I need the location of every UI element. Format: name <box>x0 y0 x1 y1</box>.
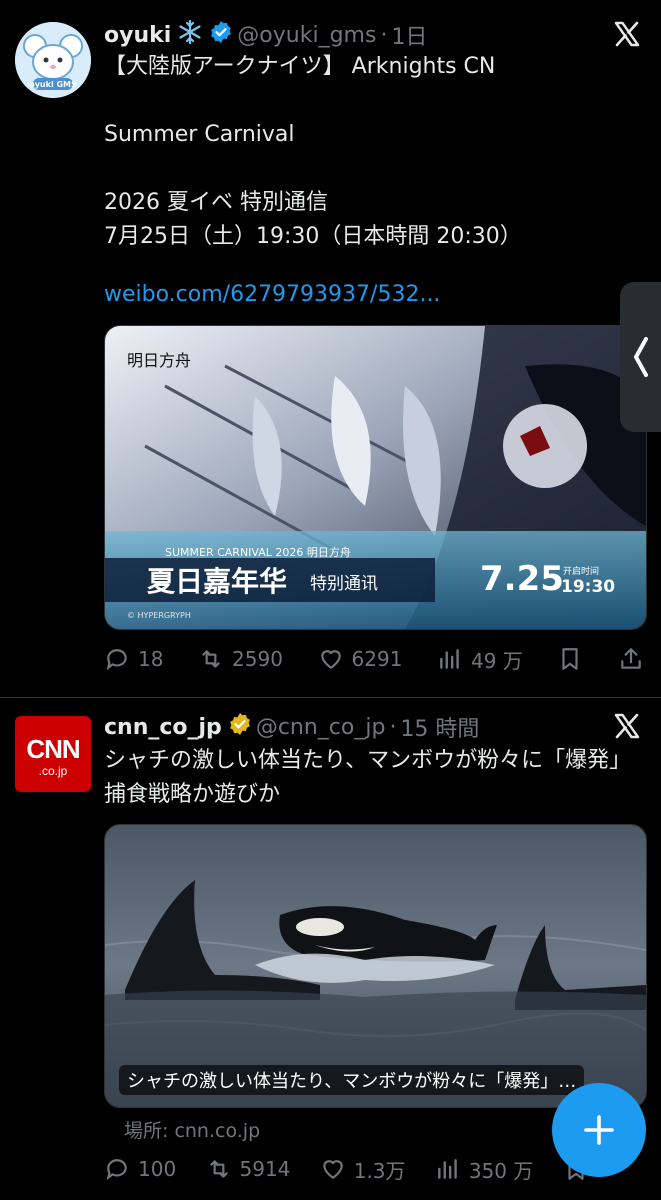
reply-icon <box>106 649 127 671</box>
banner-credit: © HYPERGRYPH <box>127 611 191 620</box>
link-source[interactable]: 場所: cnn.co.jp <box>124 1116 260 1143</box>
views-chart-icon <box>440 649 459 669</box>
verified-badge-icon <box>209 20 233 50</box>
views-count: 49 万 <box>471 648 523 673</box>
reply-button[interactable]: 100 <box>104 1156 176 1182</box>
compose-button[interactable] <box>552 1083 646 1177</box>
snowflake-icon <box>177 19 203 51</box>
heart-icon <box>320 650 341 669</box>
tweet-text: シャチの激しい体当たり、マンボウが粉々に「爆発」 捕食戦略か遊びか <box>104 748 643 807</box>
side-panel-handle[interactable] <box>620 282 661 432</box>
banner-time-label: 开启时间 <box>563 565 599 577</box>
svg-text:oyuki GMS: oyuki GMS <box>29 80 77 89</box>
retweet-count: 5914 <box>239 1157 291 1181</box>
reply-button[interactable]: 18 <box>104 646 163 672</box>
views-chart-icon <box>437 1159 457 1179</box>
x-logo-icon[interactable] <box>613 20 641 48</box>
link-card-image[interactable]: シャチの激しい体当たり、マンボウが粉々に「爆発」… <box>104 824 647 1108</box>
banner-date: 7.25 <box>480 559 564 599</box>
banner-subtitle: SUMMER CARNIVAL 2026 明日方舟 <box>165 545 351 559</box>
banner-title: 夏日嘉年华 <box>147 565 287 598</box>
tweet-header: cnn_co_jp @cnn_co_jp · 15 時間 <box>104 710 479 744</box>
post-time[interactable]: 1日 <box>391 19 427 51</box>
tweet-oyuki[interactable]: oyuki GMS oyuki @oyuki_gms · 1日 【大陸版アークナ… <box>0 0 661 695</box>
chevron-left-icon <box>633 337 648 377</box>
display-name[interactable]: oyuki <box>104 23 171 48</box>
x-logo-icon[interactable] <box>613 712 641 740</box>
reply-count: 18 <box>138 647 164 671</box>
cnn-logo-sub: .co.jp <box>38 764 68 778</box>
separator-dot: · <box>389 714 397 740</box>
views-button[interactable]: 350 万 <box>435 1155 534 1184</box>
share-icon <box>621 648 641 669</box>
retweet-icon <box>202 650 220 668</box>
tweet-header: oyuki @oyuki_gms · 1日 <box>104 18 427 52</box>
reply-count: 100 <box>138 1157 177 1181</box>
banner-time: 19:30 <box>561 577 615 597</box>
mascot-icon: oyuki GMS <box>15 22 91 98</box>
avatar-oyuki[interactable]: oyuki GMS <box>15 22 91 98</box>
views-count: 350 万 <box>468 1158 534 1183</box>
heart-icon <box>322 1160 343 1179</box>
share-button[interactable] <box>618 646 644 672</box>
tweet-divider <box>0 697 661 698</box>
user-handle[interactable]: @cnn_co_jp <box>256 715 386 740</box>
like-button[interactable]: 6291 <box>318 646 403 672</box>
post-time[interactable]: 15 時間 <box>400 711 479 743</box>
retweet-button[interactable]: 2590 <box>198 646 283 672</box>
cnn-logo-text: CNN <box>26 734 80 764</box>
avatar-cnn[interactable]: CNN .co.jp <box>15 716 91 792</box>
user-handle[interactable]: @oyuki_gms <box>237 23 376 48</box>
event-banner-image: 明日方舟 SUMMER CARNIVAL 2026 明日方舟 夏日嘉年华 特别通… <box>105 326 646 629</box>
bookmark-button[interactable] <box>557 646 583 672</box>
tweet-text: 【大陸版アークナイツ】 Arknights CN Summer Carnival… <box>104 54 522 249</box>
separator-dot: · <box>380 22 388 48</box>
bookmark-icon <box>562 648 578 670</box>
plus-icon <box>584 1115 614 1145</box>
retweet-icon <box>209 1160 228 1178</box>
tweet-link[interactable]: weibo.com/6279793937/532... <box>104 282 440 307</box>
like-count: 1.3万 <box>353 1158 406 1183</box>
views-button[interactable]: 49 万 <box>437 645 523 674</box>
tweet-image[interactable]: 明日方舟 SUMMER CARNIVAL 2026 明日方舟 夏日嘉年华 特别通… <box>104 325 647 630</box>
like-button[interactable]: 1.3万 <box>320 1155 406 1184</box>
display-name[interactable]: cnn_co_jp <box>104 715 222 740</box>
banner-tag: 特别通讯 <box>310 574 378 594</box>
reply-icon <box>106 1159 127 1181</box>
verified-gold-badge-icon <box>228 712 252 742</box>
tweet-actions: 18 2590 6291 49 万 <box>104 642 644 676</box>
retweet-button[interactable]: 5914 <box>206 1156 291 1182</box>
retweet-count: 2590 <box>232 647 283 671</box>
like-count: 6291 <box>351 647 403 671</box>
link-card-caption[interactable]: シャチの激しい体当たり、マンボウが粉々に「爆発」… <box>119 1065 585 1095</box>
game-logo-text: 明日方舟 <box>127 351 191 370</box>
